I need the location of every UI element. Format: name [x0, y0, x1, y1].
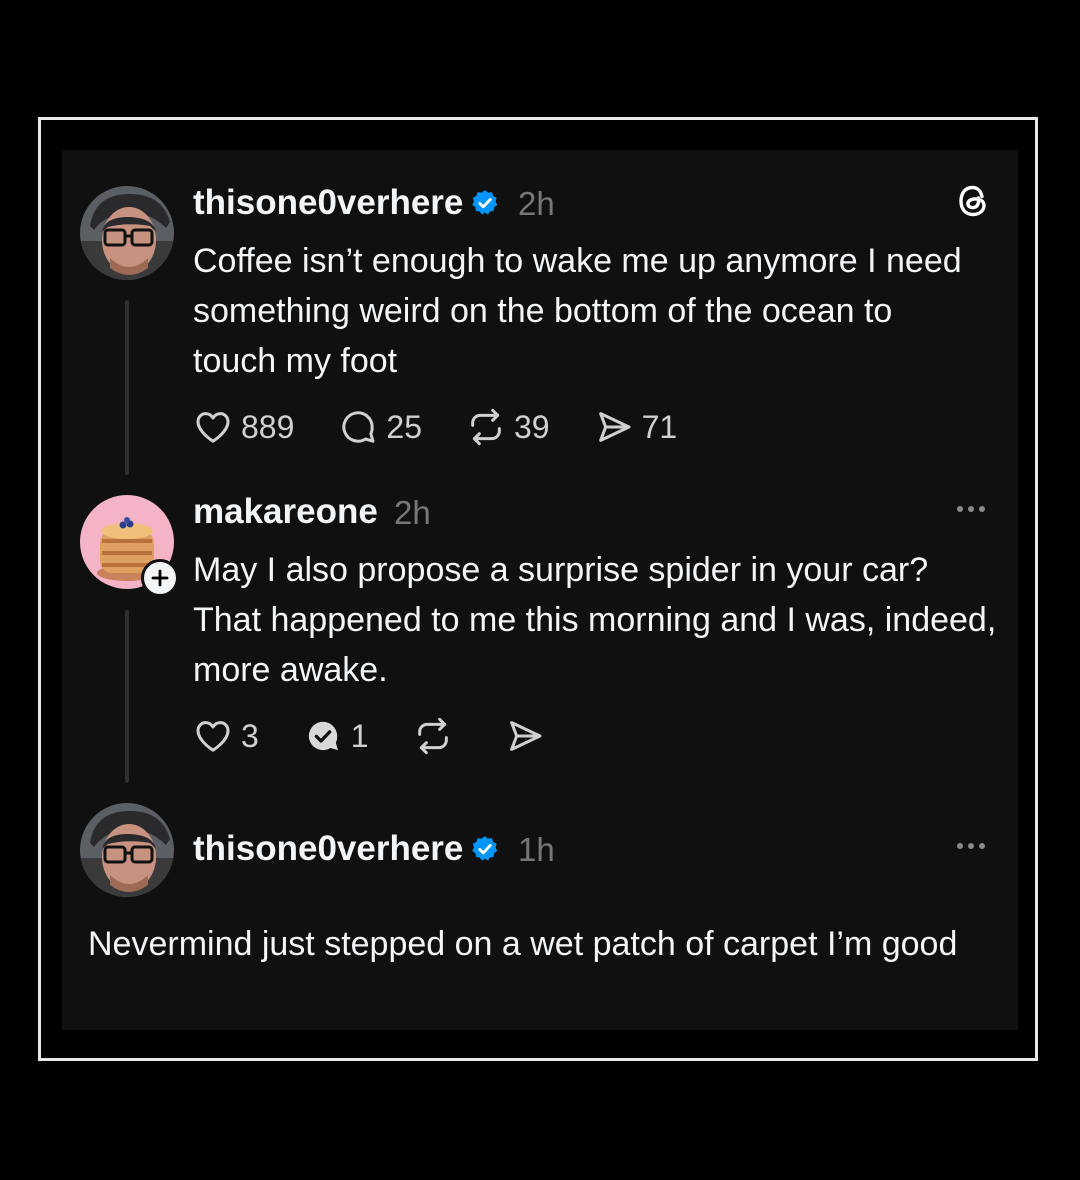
- heart-icon: [196, 412, 230, 443]
- send-icon: [509, 721, 542, 751]
- follow-button[interactable]: [141, 559, 179, 597]
- threads-logo-icon[interactable]: [953, 181, 993, 221]
- comment-icon: [342, 411, 375, 443]
- post-username[interactable]: thisone0verhere: [193, 183, 499, 223]
- repost-icon: [417, 717, 448, 755]
- post-username[interactable]: thisone0verhere: [193, 829, 499, 869]
- post-text: Coffee isn’t enough to wake me up anymor…: [193, 242, 962, 380]
- repost-button[interactable]: 39: [466, 407, 550, 447]
- repost-count: 39: [513, 408, 550, 445]
- more-dots-icon[interactable]: [957, 843, 985, 849]
- share-count: 71: [641, 408, 678, 445]
- heart-icon: [196, 721, 230, 752]
- repost-button[interactable]: [413, 716, 461, 756]
- like-count: 889: [241, 408, 295, 445]
- more-dots-icon[interactable]: [957, 506, 985, 512]
- like-count: 3: [241, 717, 259, 754]
- send-icon: [598, 412, 631, 442]
- comment-icon: [308, 721, 338, 751]
- thread-connector: [125, 610, 129, 783]
- reply-count: 1: [350, 717, 369, 754]
- post-time: 2h: [394, 494, 431, 531]
- plus-icon: [151, 569, 169, 587]
- like-button[interactable]: 889: [193, 407, 294, 447]
- reply-button[interactable]: 25: [338, 407, 422, 447]
- avatar[interactable]: [80, 803, 174, 897]
- avatar[interactable]: [80, 186, 174, 280]
- verified-badge-icon: [472, 836, 498, 861]
- share-button[interactable]: 71: [594, 407, 678, 447]
- verified-badge-icon: [472, 190, 498, 215]
- reply-count: 25: [386, 408, 422, 445]
- post-time: 1h: [518, 831, 555, 868]
- post-time: 2h: [518, 185, 555, 222]
- repost-icon: [471, 408, 501, 446]
- like-button[interactable]: 3: [193, 716, 259, 756]
- reply-button[interactable]: 1: [303, 716, 369, 756]
- share-button[interactable]: [505, 716, 553, 756]
- post-text: May I also propose a surprise spider in …: [193, 551, 997, 689]
- post-username[interactable]: makareone: [193, 492, 378, 532]
- post-actions: 3 1: [193, 716, 597, 756]
- post-actions: 889 25 39 71: [193, 407, 721, 447]
- post-text: Nevermind just stepped on a wet patch of…: [88, 925, 958, 963]
- thread-connector: [125, 300, 129, 475]
